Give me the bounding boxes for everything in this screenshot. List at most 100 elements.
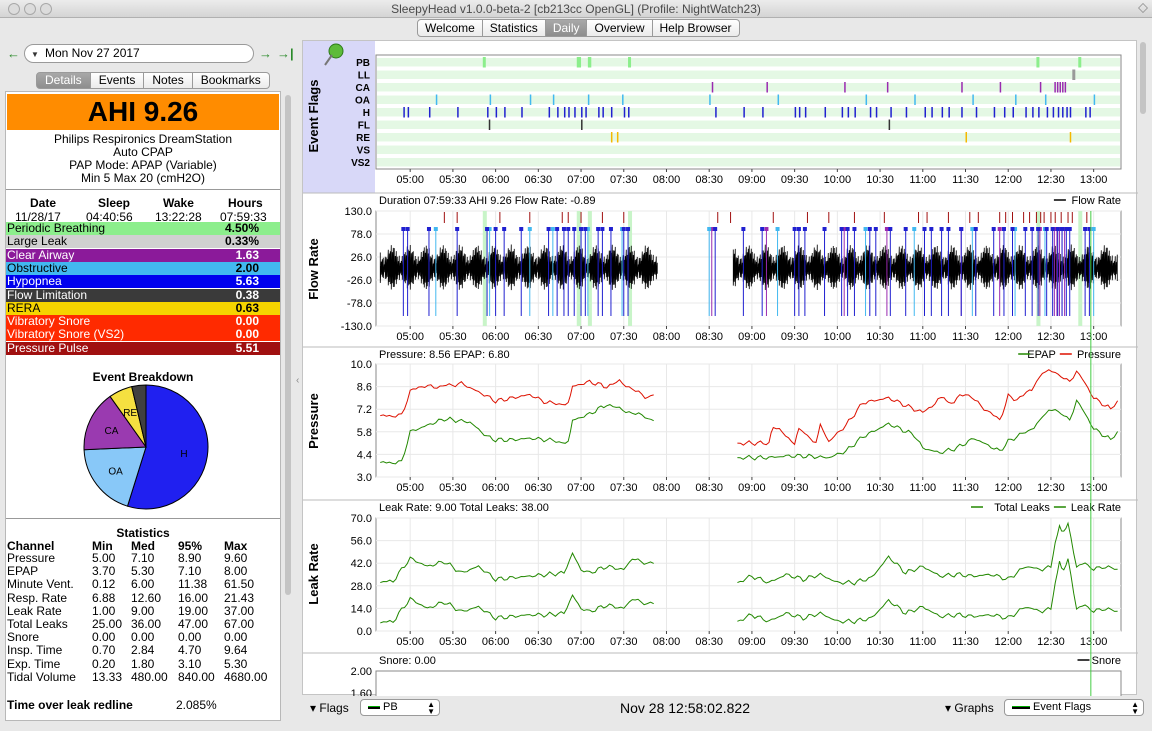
stat-cell: 37.00 [224, 603, 255, 618]
graphs-scrollbar[interactable] [1138, 42, 1148, 693]
date-selector[interactable]: Mon Nov 27 2017 [24, 44, 254, 63]
scrollbar-thumb[interactable] [285, 95, 291, 595]
details-panel: AHI 9.26 Philips Respironics DreamStatio… [5, 91, 281, 721]
flag-row-band [377, 83, 1120, 92]
x-tick-label: 11:30 [952, 482, 979, 494]
color-swatch-icon [368, 706, 380, 709]
x-tick-label: 12:00 [994, 174, 1022, 186]
index-value: 0.38 [235, 287, 259, 302]
tab-events[interactable]: Events [90, 72, 145, 89]
fullscreen-icon[interactable] [1138, 3, 1148, 13]
last-day-button[interactable]: →| [277, 46, 294, 61]
splitter-handle[interactable]: ‹ [296, 375, 299, 386]
details-tab-bar: Details Events Notes Bookmarks [36, 72, 270, 89]
machine-mode: Auto CPAP [113, 145, 173, 159]
event-marker [888, 227, 893, 231]
y-tick-label: 2.00 [351, 666, 372, 678]
flag-mark [585, 107, 587, 118]
zoom-window-icon[interactable] [40, 3, 52, 15]
tab-bookmarks[interactable]: Bookmarks [192, 72, 270, 89]
flag-mark [1032, 107, 1034, 118]
y-tick-label: 10.0 [351, 359, 372, 371]
scrollbar-thumb[interactable] [1140, 42, 1146, 114]
stat-cell: 0.00 [92, 630, 116, 645]
stat-cell: 9.00 [131, 603, 155, 618]
tab-overview[interactable]: Overview [587, 19, 653, 37]
x-tick-label: 06:00 [482, 331, 510, 343]
tab-welcome[interactable]: Welcome [417, 19, 483, 37]
event-marker [839, 227, 844, 231]
graphs-dropdown[interactable]: Event Flags ▲ ▼ [1004, 699, 1144, 716]
date-header: Date [30, 196, 57, 210]
stat-row: EPAP 3.70 5.30 7.10 8.00 [6, 565, 280, 578]
stat-row: Pressure 5.00 7.10 8.90 9.60 [6, 552, 280, 565]
tab-help-browser[interactable]: Help Browser [652, 19, 740, 37]
close-window-icon[interactable] [8, 3, 20, 15]
prev-day-button[interactable]: ← [7, 46, 20, 61]
event-marker [1060, 227, 1065, 231]
x-tick-label: 12:00 [994, 482, 1022, 494]
axis-label: Pressure [306, 393, 321, 449]
event-marker [455, 227, 460, 231]
event-marker [550, 227, 555, 231]
x-tick-label: 05:30 [439, 331, 467, 343]
updown-arrows-icon: ▲ ▼ [1131, 700, 1139, 716]
y-tick-label: 28.0 [351, 581, 372, 593]
stat-cell: 21.43 [224, 590, 255, 605]
tab-details[interactable]: Details [36, 72, 91, 89]
x-tick-label: 09:00 [738, 636, 766, 648]
index-label: Periodic Breathing [7, 221, 106, 235]
index-value: 4.50% [224, 221, 259, 235]
flag-mark [610, 107, 613, 118]
stat-cell: Pressure [7, 551, 56, 565]
flag-mark [844, 82, 846, 93]
stat-cell: 8.90 [178, 551, 202, 565]
pie-slice-label: RE [123, 408, 137, 419]
flag-mark [457, 107, 459, 118]
chevron-down-icon: ▼ [31, 50, 39, 59]
flag-mark [1012, 107, 1014, 118]
x-tick-label: 10:30 [866, 636, 894, 648]
event-marker [583, 227, 588, 231]
minimize-window-icon[interactable] [24, 3, 36, 15]
tab-daily[interactable]: Daily [545, 19, 588, 37]
flag-span [482, 57, 486, 68]
graphs-dropdown-value: Event Flags [1033, 701, 1092, 713]
flag-mark [495, 107, 498, 118]
event-marker [991, 227, 996, 231]
flag-row-band [377, 95, 1120, 104]
next-day-button[interactable]: → [259, 46, 272, 61]
stat-cell: Resp. Rate [7, 590, 68, 605]
x-tick-label: 05:00 [396, 636, 424, 648]
stat-cell: 13.33 [92, 669, 123, 684]
index-label: Pressure Pulse [7, 340, 89, 355]
event-marker [1030, 227, 1035, 231]
graph-area: Event Flags PB LL CA OA H FL RE VS VS2 05:00 05:30 0… [302, 40, 1138, 722]
flag-mark [766, 82, 768, 93]
y-tick-label: 26.0 [351, 252, 372, 264]
leak-redline-value: 2.085% [176, 698, 217, 712]
flag-mark [581, 107, 583, 118]
wake-header: Wake [163, 196, 194, 210]
flag-mark [581, 119, 583, 130]
event-marker [596, 227, 601, 231]
flag-mark [557, 107, 559, 118]
x-tick-label: 10:00 [824, 174, 852, 186]
stat-cell: 9.60 [224, 551, 248, 565]
legend-entry: EPAP [1027, 349, 1056, 361]
daily-graphs[interactable]: Event Flags PB LLCA OAH FLRE VSVS2 05:00 05:30 0… [303, 41, 1138, 722]
event-marker [764, 227, 769, 231]
tab-notes[interactable]: Notes [144, 72, 193, 89]
pie-slice-label: OA [108, 466, 123, 477]
flag-mark [875, 107, 878, 118]
flag-mark [709, 94, 711, 105]
flags-dropdown[interactable]: PB ▲ ▼ [360, 699, 440, 716]
tab-statistics[interactable]: Statistics [482, 19, 546, 37]
details-scrollbar[interactable] [284, 91, 292, 721]
event-marker [401, 227, 406, 231]
stat-cell: 840.00 [178, 669, 215, 684]
event-marker [579, 227, 584, 231]
x-tick-label: 05:30 [439, 482, 467, 494]
stat-cell: 36.00 [131, 617, 162, 631]
flag-mark [428, 107, 431, 118]
